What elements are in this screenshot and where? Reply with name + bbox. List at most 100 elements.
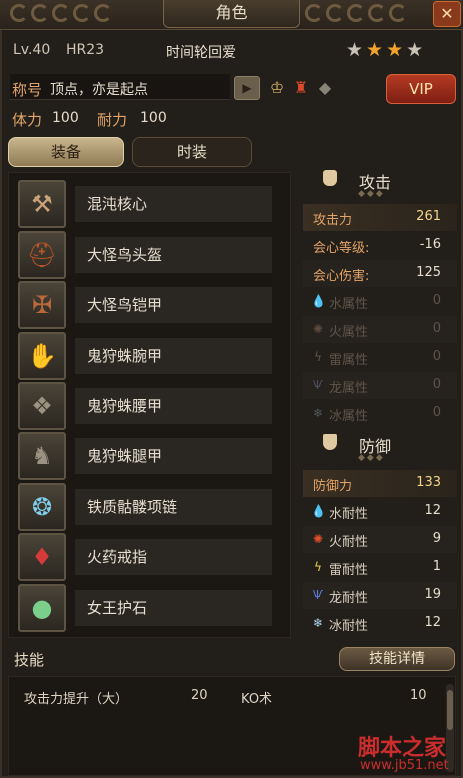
attack-icon xyxy=(323,170,337,186)
title-value: 顶点，亦是起点 xyxy=(50,82,148,98)
ice-icon: ❄ xyxy=(312,616,324,630)
fire-icon: ✺ xyxy=(312,532,324,546)
endurance-value: 100 xyxy=(140,110,167,126)
equipment-slot[interactable]: ⚒ 混沌核心 xyxy=(18,180,278,228)
defense-header: 防御 ◆◆◆ xyxy=(303,426,457,463)
stat-row: Ѱ 龙属性 0 xyxy=(303,372,457,399)
stat-label: 水属性 xyxy=(329,297,369,312)
stat-value: 19 xyxy=(424,587,441,602)
star-icon: ★ xyxy=(406,39,424,61)
star-rating: ★ ★ ★ ★ xyxy=(346,41,423,60)
star-icon: ★ xyxy=(346,39,364,61)
necklace-icon: ❂ xyxy=(18,483,66,531)
equipment-name: 鬼狩蛛腰甲 xyxy=(75,388,272,424)
stat-row: ❄ 冰属性 0 xyxy=(303,400,457,427)
stat-value: 133 xyxy=(416,475,441,490)
stat-value: 1 xyxy=(432,559,441,574)
equipment-slot[interactable]: ❂ 铁质骷髅项链 xyxy=(18,483,278,531)
stat-label: 冰属性 xyxy=(329,409,369,424)
equipment-name: 铁质骷髅项链 xyxy=(75,489,272,525)
equipment-slot[interactable]: ✠ 大怪鸟铠甲 xyxy=(18,281,278,329)
stat-row: 💧 水属性 0 xyxy=(303,288,457,315)
scrollbar-thumb[interactable] xyxy=(447,690,453,730)
star-icon: ★ xyxy=(366,39,384,61)
stat-value: 0 xyxy=(432,321,441,336)
title-label: 称号 xyxy=(12,81,43,99)
equipment-name: 大怪鸟铠甲 xyxy=(75,287,272,323)
equipment-slot[interactable]: ● 女王护石 xyxy=(18,584,278,632)
skill-name: KO术 xyxy=(241,692,273,707)
tab-equipment[interactable]: 装备 xyxy=(8,137,124,167)
equipment-name: 女王护石 xyxy=(75,590,272,626)
star-icon: ★ xyxy=(386,39,404,61)
stat-row: ϟ 雷耐性 1 xyxy=(303,554,457,581)
player-hr: HR23 xyxy=(66,42,105,58)
stat-label: 火耐性 xyxy=(329,535,369,550)
equipment-name: 鬼狩蛛腕甲 xyxy=(75,338,272,374)
watermark-url: www.jb51.net xyxy=(360,758,449,773)
flame-badge-icon[interactable]: ♜ xyxy=(290,77,312,99)
stat-value: 0 xyxy=(432,293,441,308)
attack-header: 攻击 ◆◆◆ xyxy=(303,162,457,199)
shield-icon xyxy=(323,434,337,450)
thunder-icon: ϟ xyxy=(314,350,322,364)
equipment-name: 火药戒指 xyxy=(75,539,272,575)
stat-label: 雷属性 xyxy=(329,353,369,368)
stat-value: 0 xyxy=(432,377,441,392)
helmet-icon: ⛑ xyxy=(18,231,66,279)
stamina-value: 100 xyxy=(52,110,79,126)
stat-row: 会心伤害: 125 xyxy=(303,260,457,287)
equipment-name: 大怪鸟头盔 xyxy=(75,237,272,273)
ring-icon: ♦ xyxy=(18,533,66,581)
stat-label: 会心等级: xyxy=(313,241,370,256)
water-icon: 💧 xyxy=(311,294,326,308)
player-level: Lv.40 xyxy=(13,42,51,58)
close-button[interactable]: ✕ xyxy=(433,1,461,27)
thunder-icon: ϟ xyxy=(314,560,322,574)
stat-value: 9 xyxy=(432,531,441,546)
stat-value: 0 xyxy=(432,349,441,364)
skill-details-button[interactable]: 技能详情 xyxy=(339,647,455,671)
ornament-left xyxy=(10,4,130,26)
ornament-right xyxy=(305,4,425,26)
equipment-slot[interactable]: ✋ 鬼狩蛛腕甲 xyxy=(18,332,278,380)
fire-icon: ✺ xyxy=(312,322,324,336)
charm-icon: ● xyxy=(18,584,66,632)
divider: ◆◆◆ xyxy=(358,453,385,463)
stat-row: ✺ 火属性 0 xyxy=(303,316,457,343)
skill-name: 攻击力提升（大） xyxy=(24,692,129,707)
stat-row: Ѱ 龙耐性 19 xyxy=(303,582,457,609)
close-icon: ✕ xyxy=(440,4,454,23)
player-name: 时间轮回爱 xyxy=(166,45,236,61)
waist-icon: ❖ xyxy=(18,382,66,430)
skill-value: 10 xyxy=(410,688,427,703)
stat-label: 龙耐性 xyxy=(329,591,369,606)
stat-value: 125 xyxy=(416,265,441,280)
dragon-icon: Ѱ xyxy=(312,588,324,602)
stats-panel: 攻击 ◆◆◆ 攻击力 261 会心等级: -16 会心伤害: 125 💧 水属性… xyxy=(303,160,457,638)
stat-row: 防御力 133 xyxy=(303,470,457,497)
vip-button[interactable]: VIP xyxy=(386,74,456,104)
stat-row: 攻击力 261 xyxy=(303,204,457,231)
equipment-slot[interactable]: ⛑ 大怪鸟头盔 xyxy=(18,231,278,279)
dragon-icon: Ѱ xyxy=(312,378,324,392)
stat-label: 冰耐性 xyxy=(329,619,369,634)
stat-row: 会心等级: -16 xyxy=(303,232,457,259)
crown-icon[interactable]: ♔ xyxy=(266,77,288,99)
skills-label: 技能 xyxy=(14,651,45,669)
stat-label: 龙属性 xyxy=(329,381,369,396)
stat-label: 防御力 xyxy=(313,479,353,494)
tab-fashion[interactable]: 时装 xyxy=(132,137,252,167)
stat-row: 💧 水耐性 12 xyxy=(303,498,457,525)
play-icon: ▶ xyxy=(242,81,252,95)
stamina-label: 体力 xyxy=(12,111,43,129)
stat-value: 12 xyxy=(424,615,441,630)
equipment-slot[interactable]: ♦ 火药戒指 xyxy=(18,533,278,581)
title-select-button[interactable]: ▶ xyxy=(234,76,260,100)
stat-value: 0 xyxy=(432,405,441,420)
stat-value: 12 xyxy=(424,503,441,518)
diamond-icon[interactable]: ◆ xyxy=(314,77,336,99)
equipment-slot[interactable]: ♞ 鬼狩蛛腿甲 xyxy=(18,432,278,480)
equipment-slot[interactable]: ❖ 鬼狩蛛腰甲 xyxy=(18,382,278,430)
stat-label: 雷耐性 xyxy=(329,563,369,578)
